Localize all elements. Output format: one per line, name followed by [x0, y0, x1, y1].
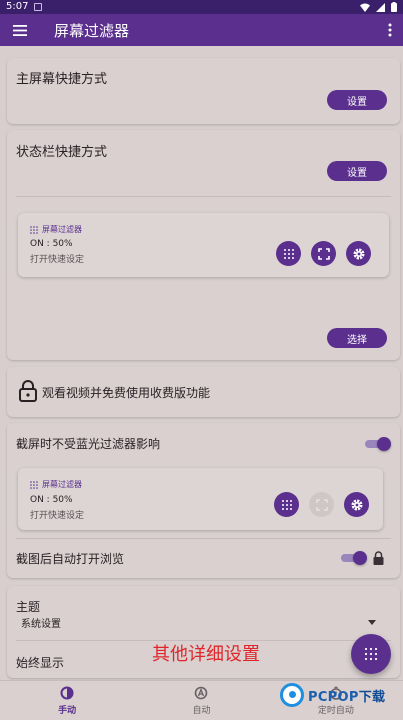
fullscreen-icon — [315, 498, 328, 511]
filter-grid-button[interactable] — [276, 241, 301, 266]
notification-icon — [34, 3, 43, 11]
nav-auto[interactable]: 自动 — [134, 681, 268, 720]
settings-button[interactable] — [344, 492, 369, 517]
app-bar: 屏幕过滤器 — [0, 14, 403, 46]
theme-value: 系统设置 — [21, 619, 61, 630]
unlock-text: 观看视频并免费使用收费版功能 — [42, 386, 211, 400]
half-circle-icon — [60, 686, 74, 699]
more-vert-icon — [388, 23, 392, 37]
statusbar-shortcut-set-button[interactable]: 设置 — [327, 161, 387, 181]
grid-icon — [30, 480, 38, 489]
screenshot-card: 截屏时不受蓝光过滤器影响 屏幕过滤器 ON : 50% 打开快速设定 截图后自动… — [7, 423, 400, 578]
divider — [16, 538, 391, 539]
grid-icon — [283, 248, 294, 259]
overflow-menu-button[interactable] — [377, 14, 403, 46]
settings-list[interactable]: 主屏幕快捷方式 设置 状态栏快捷方式 设置 屏幕过滤器 ON : 50% 打开快… — [0, 46, 403, 680]
gear-icon — [353, 248, 364, 259]
wifi-icon — [360, 3, 370, 12]
quick-settings-tile-preview: 屏幕过滤器 ON : 50% 打开快速设定 — [18, 213, 389, 277]
theme-title: 主题 — [16, 600, 41, 614]
auto-open-toggle[interactable] — [341, 551, 367, 565]
select-button[interactable]: 选择 — [327, 328, 387, 348]
fullscreen-icon — [317, 247, 330, 260]
gear-icon — [351, 499, 362, 510]
theme-dropdown[interactable]: 系统设置 — [16, 614, 382, 632]
pcpop-logo-icon — [280, 683, 304, 707]
app-title: 屏幕过滤器 — [54, 21, 130, 40]
grid-icon — [30, 225, 38, 234]
home-shortcut-set-button[interactable]: 设置 — [327, 90, 387, 110]
nav-manual[interactable]: 手动 — [0, 681, 134, 720]
signal-icon — [376, 2, 385, 12]
always-show-label: 始终显示 — [16, 656, 65, 670]
tile-hint: 打开快速设定 — [30, 511, 85, 521]
nav-auto-label: 自动 — [192, 705, 211, 716]
floating-action-button[interactable] — [351, 634, 391, 674]
watermark: PCPOP下载 — [280, 683, 385, 707]
hamburger-icon — [13, 24, 27, 36]
overlay-caption: 其他详细设置 — [152, 644, 260, 665]
grid-icon — [281, 499, 292, 510]
menu-button[interactable] — [0, 14, 40, 46]
nav-manual-label: 手动 — [58, 705, 77, 716]
tile-hint: 打开快速设定 — [30, 255, 85, 265]
home-shortcut-title: 主屏幕快捷方式 — [16, 72, 108, 87]
tile-state: ON : 50% — [30, 239, 73, 249]
fullscreen-button[interactable] — [311, 241, 336, 266]
statusbar-shortcut-card: 状态栏快捷方式 设置 屏幕过滤器 ON : 50% 打开快速设定 选择 — [7, 130, 400, 360]
clock: 5:07 — [6, 1, 29, 12]
divider — [16, 196, 391, 197]
watermark-suffix: 下载 — [358, 689, 386, 705]
lock-icon — [373, 551, 384, 565]
grid-icon — [364, 647, 378, 661]
watermark-brand: PCPOP — [308, 689, 359, 705]
unlock-premium-card[interactable]: 观看视频并免费使用收费版功能 — [7, 367, 400, 417]
fullscreen-button-disabled — [309, 492, 334, 517]
lock-icon — [19, 380, 37, 402]
battery-icon — [391, 2, 397, 12]
screenshot-filter-title: 截屏时不受蓝光过滤器影响 — [16, 437, 161, 451]
tile-label: 屏幕过滤器 — [42, 225, 82, 234]
home-shortcut-card: 主屏幕快捷方式 设置 — [7, 58, 400, 124]
auto-mode-icon — [195, 686, 208, 699]
tile-state: ON : 50% — [30, 495, 73, 505]
auto-open-label: 截图后自动打开浏览 — [16, 552, 125, 566]
filter-grid-button[interactable] — [274, 492, 299, 517]
statusbar-shortcut-title: 状态栏快捷方式 — [16, 145, 108, 160]
tile-label: 屏幕过滤器 — [42, 480, 82, 489]
screenshot-filter-toggle[interactable] — [365, 437, 391, 451]
settings-button[interactable] — [346, 241, 371, 266]
system-status-bar: 5:07 — [0, 0, 403, 14]
dropdown-arrow-icon — [368, 620, 376, 625]
screenshot-tile-preview: 屏幕过滤器 ON : 50% 打开快速设定 — [18, 468, 383, 530]
